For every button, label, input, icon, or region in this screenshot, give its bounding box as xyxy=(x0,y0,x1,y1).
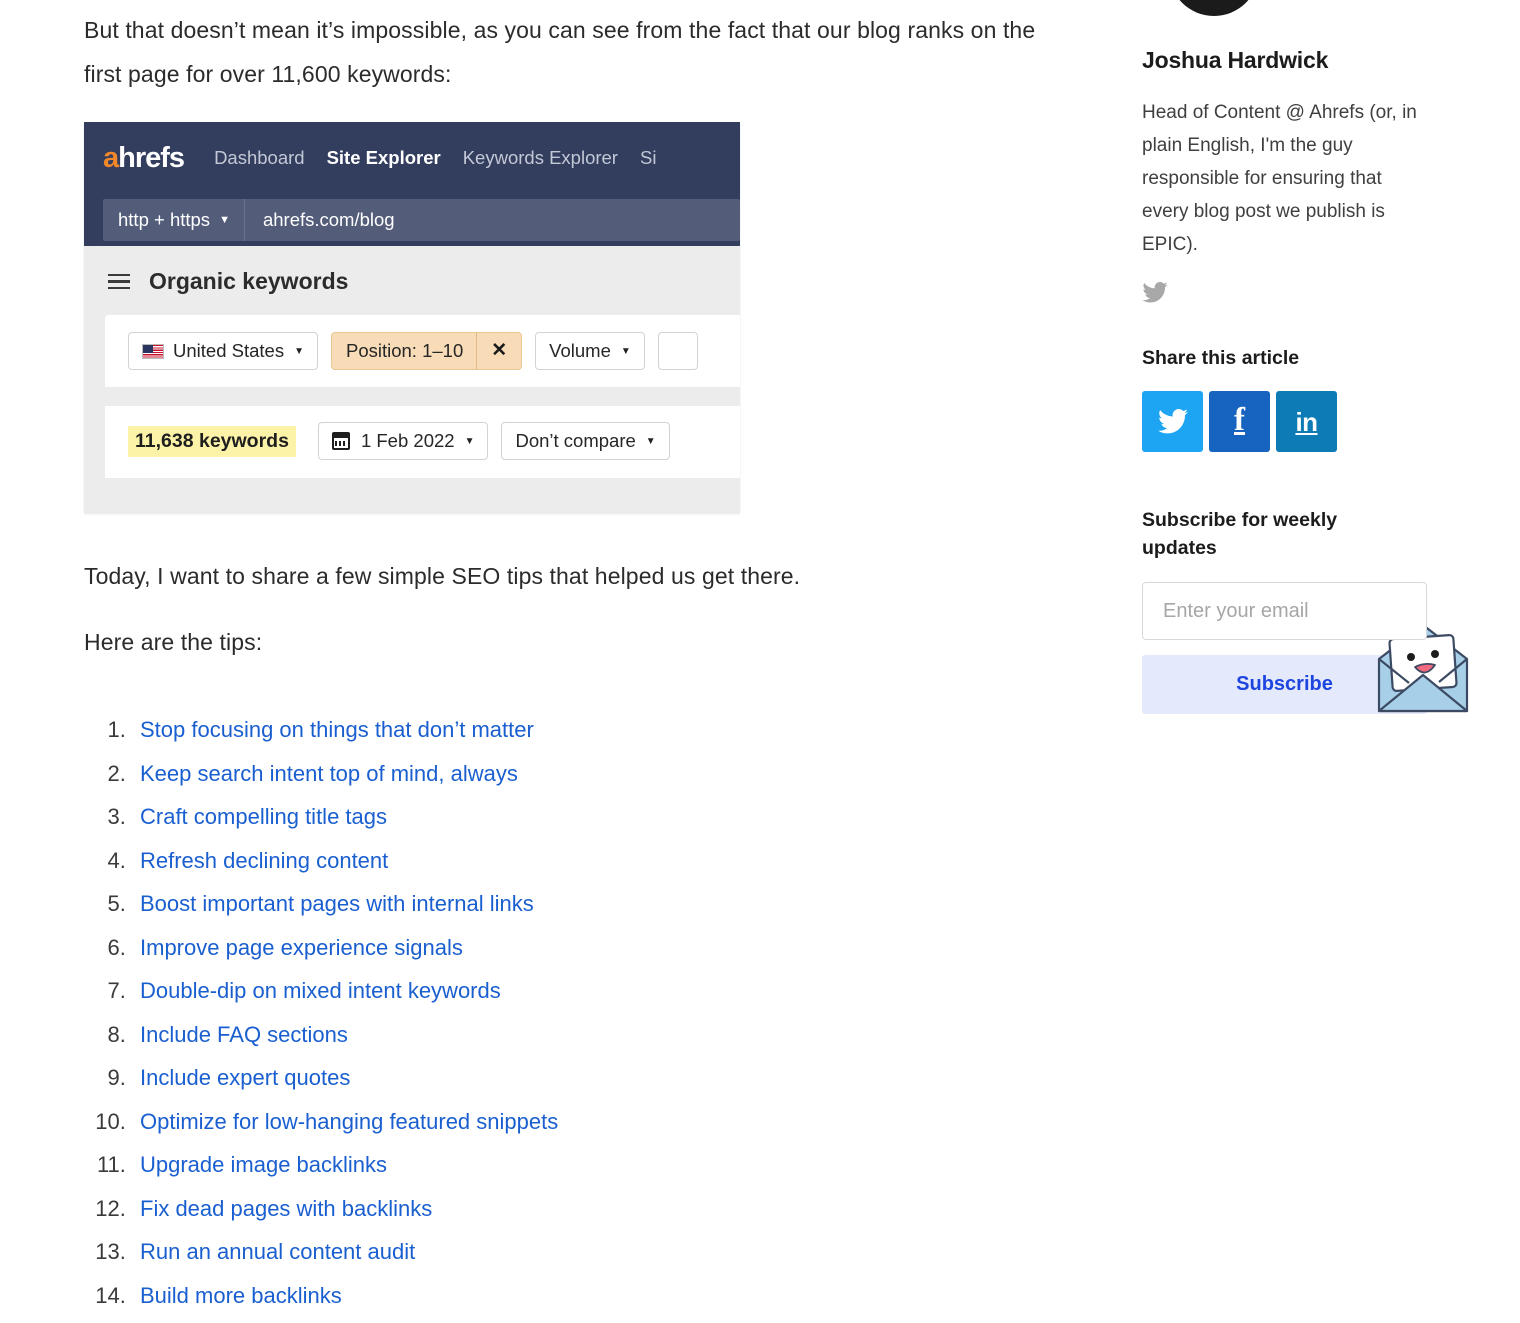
facebook-icon: f xyxy=(1234,402,1245,438)
target-input-group: http + https ▼ ahrefs.com/blog xyxy=(103,199,740,241)
subscribe-heading: Subscribe for weekly updates xyxy=(1142,509,1338,559)
hamburger-menu-icon[interactable] xyxy=(108,273,130,290)
blog-article-page: But that doesn’t mean it’s impossible, a… xyxy=(0,0,1520,1323)
country-filter-label: United States xyxy=(173,340,285,361)
position-filter[interactable]: Position: 1–10 ✕ xyxy=(330,332,523,370)
volume-filter-label: Volume xyxy=(549,340,611,361)
country-filter[interactable]: United States ▼ xyxy=(128,332,318,370)
compare-select-label: Don’t compare xyxy=(515,430,636,451)
ahrefs-logo[interactable]: ahrefs xyxy=(103,141,185,175)
intro-paragraph: But that doesn’t mean it’s impossible, a… xyxy=(84,17,1036,87)
nav-item-dashboard[interactable]: Dashboard xyxy=(214,147,305,169)
list-item: Include FAQ sections xyxy=(132,1013,1074,1057)
ahrefs-logo-accent-letter: a xyxy=(103,141,119,174)
tip-link-14[interactable]: Build more backlinks xyxy=(140,1283,342,1308)
linkedin-icon: in xyxy=(1295,406,1318,437)
nav-item-site-explorer[interactable]: Site Explorer xyxy=(327,147,441,169)
author-name: Joshua Hardwick xyxy=(1142,47,1329,73)
us-flag-icon xyxy=(142,343,164,359)
tip-link-6[interactable]: Improve page experience signals xyxy=(140,935,463,960)
target-url-value[interactable]: ahrefs.com/blog xyxy=(245,209,395,231)
tip-link-7[interactable]: Double-dip on mixed intent keywords xyxy=(140,978,501,1003)
list-item: Craft compelling title tags xyxy=(132,795,1074,839)
article-content: But that doesn’t mean it’s impossible, a… xyxy=(84,0,1074,1308)
twitter-icon[interactable] xyxy=(1142,282,1168,303)
after-image-paragraph: Today, I want to share a few simple SEO … xyxy=(84,563,801,589)
position-filter-label: Position: 1–10 xyxy=(332,332,478,370)
ahrefs-target-bar: http + https ▼ ahrefs.com/blog xyxy=(84,194,740,246)
list-item: Include expert quotes xyxy=(132,1056,1074,1100)
tip-link-9[interactable]: Include expert quotes xyxy=(140,1065,350,1090)
tips-list: Stop focusing on things that don’t matte… xyxy=(84,708,1074,1317)
tips-lead-paragraph: Here are the tips: xyxy=(84,629,263,655)
subscribe-block: Subscribe for weekly updates Subscribe xyxy=(1142,506,1469,714)
list-item: Improve page experience signals xyxy=(132,926,1074,970)
share-buttons: f in xyxy=(1142,391,1432,452)
share-facebook-button[interactable]: f xyxy=(1209,391,1270,452)
tip-link-13[interactable]: Run an annual content audit xyxy=(140,1239,415,1264)
tip-link-12[interactable]: Fix dead pages with backlinks xyxy=(140,1196,432,1221)
next-filter-truncated[interactable] xyxy=(657,332,698,370)
keyword-count-badge: 11,638 keywords xyxy=(128,425,296,457)
list-item: Keep search intent top of mind, always xyxy=(132,752,1074,796)
chevron-down-icon: ▼ xyxy=(620,345,631,357)
list-item: Fix dead pages with backlinks xyxy=(132,1187,1074,1231)
article-sidebar: Joshua Hardwick Head of Content @ Ahrefs… xyxy=(1142,0,1469,714)
report-title: Organic keywords xyxy=(149,268,349,294)
chevron-down-icon: ▼ xyxy=(294,345,304,357)
ahrefs-screenshot-image: ahrefs Dashboard Site Explorer Keywords … xyxy=(84,122,740,513)
list-item: Run an annual content audit xyxy=(132,1230,1074,1274)
volume-filter[interactable]: Volume ▼ xyxy=(535,332,645,370)
calendar-icon xyxy=(331,432,350,450)
report-meta-toolbar: 11,638 keywords 1 Feb 2022 ▼ Don’t compa… xyxy=(105,406,740,478)
share-heading: Share this article xyxy=(1142,347,1300,369)
tip-link-1[interactable]: Stop focusing on things that don’t matte… xyxy=(140,717,534,742)
tip-link-10[interactable]: Optimize for low-hanging featured snippe… xyxy=(140,1109,558,1134)
date-picker[interactable]: 1 Feb 2022 ▼ xyxy=(317,422,489,460)
list-item: Optimize for low-hanging featured snippe… xyxy=(132,1100,1074,1144)
tip-link-2[interactable]: Keep search intent top of mind, always xyxy=(140,761,518,786)
filter-toolbar: United States ▼ Position: 1–10 ✕ Volume … xyxy=(105,315,740,387)
chevron-down-icon: ▼ xyxy=(645,435,656,447)
tips-section: Today, I want to share a few simple SEO … xyxy=(84,554,1074,1317)
tip-link-3[interactable]: Craft compelling title tags xyxy=(140,804,387,829)
chevron-down-icon: ▼ xyxy=(219,214,230,226)
ahrefs-logo-rest: hrefs xyxy=(118,141,185,174)
email-field[interactable] xyxy=(1142,582,1427,640)
share-linkedin-button[interactable]: in xyxy=(1276,391,1337,452)
list-item: Build more backlinks xyxy=(132,1274,1074,1318)
twitter-icon xyxy=(1157,409,1188,434)
list-item: Double-dip on mixed intent keywords xyxy=(132,969,1074,1013)
tip-link-11[interactable]: Upgrade image backlinks xyxy=(140,1152,387,1177)
report-header: Organic keywords xyxy=(84,246,740,315)
ahrefs-report-body: Organic keywords United States ▼ Positio… xyxy=(84,246,740,513)
list-item: Upgrade image backlinks xyxy=(132,1143,1074,1187)
date-picker-label: 1 Feb 2022 xyxy=(360,430,455,451)
chevron-down-icon: ▼ xyxy=(464,435,475,447)
nav-item-keywords-explorer[interactable]: Keywords Explorer xyxy=(463,147,618,169)
compare-select[interactable]: Don’t compare ▼ xyxy=(501,422,670,460)
tip-link-5[interactable]: Boost important pages with internal link… xyxy=(140,891,534,916)
protocol-select-label: http + https xyxy=(118,209,211,230)
list-item: Boost important pages with internal link… xyxy=(132,882,1074,926)
nav-item-site-audit-truncated[interactable]: Si xyxy=(640,147,656,169)
tip-link-4[interactable]: Refresh declining content xyxy=(140,848,388,873)
protocol-select[interactable]: http + https ▼ xyxy=(103,199,245,241)
list-item: Stop focusing on things that don’t matte… xyxy=(132,708,1074,752)
share-twitter-button[interactable] xyxy=(1142,391,1203,452)
tip-link-8[interactable]: Include FAQ sections xyxy=(140,1022,348,1047)
ahrefs-top-navbar: ahrefs Dashboard Site Explorer Keywords … xyxy=(84,122,740,194)
close-icon[interactable]: ✕ xyxy=(477,332,521,370)
author-bio: Head of Content @ Ahrefs (or, in plain E… xyxy=(1142,102,1417,255)
list-item: Refresh declining content xyxy=(132,839,1074,883)
